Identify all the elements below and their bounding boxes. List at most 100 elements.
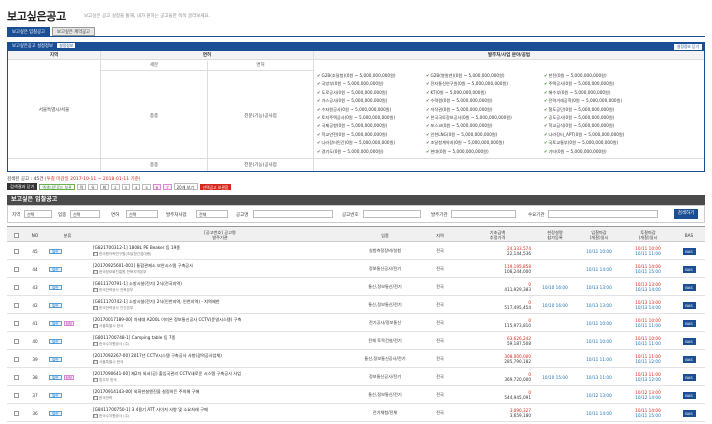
- close-settings-button[interactable]: 설정정보 닫기: [673, 44, 702, 50]
- row-title[interactable]: [2017092267-00] 2017년 CCTV시스템 구축공사 사항(광역…: [93, 350, 348, 368]
- row-title[interactable]: [G8411700750-1] 3 4용기 ATT 사이저 사항 및 소요처래 …: [93, 404, 348, 422]
- filter-chip-1[interactable]: 적: [76, 183, 87, 190]
- condition-header: 보고싶은공고 설정정보 설정정보 설정정보 닫기: [8, 43, 704, 51]
- filter-chip-7[interactable]: 5: [142, 183, 151, 190]
- notice-title[interactable]: [G8411700750-1] 3 4용기 ATT 사이저 사항 및 소요처래 …: [93, 407, 208, 413]
- method-item: ✔학교안전(0원 ~ 5,000,000,000원): [317, 132, 387, 138]
- filter-chip-8[interactable]: 6: [152, 183, 162, 190]
- method-item: ✔해수부(0원 ~ 5,000,000,000원): [544, 90, 611, 96]
- row-checkbox-cell: [7, 368, 25, 386]
- tab-contract-notice[interactable]: 보고싶은 계약공고: [52, 27, 95, 36]
- org-badge-icon: ■: [93, 270, 99, 274]
- row-title[interactable]: [G811170742-1] 소방시설(전기) 2식(인천지역, 인천지역) -…: [93, 296, 348, 314]
- bas-button[interactable]: BAS: [682, 247, 696, 255]
- bas-button[interactable]: BAS: [682, 337, 696, 345]
- filter-chip-4[interactable]: 2: [111, 183, 120, 190]
- close-results-button[interactable]: 검색결과 닫기: [7, 183, 38, 190]
- method-item: ✔현대(0원 ~ 5,000,000,000원): [426, 149, 489, 155]
- col-no: NO: [31, 232, 39, 238]
- row-site: [535, 404, 575, 422]
- bas-button[interactable]: BAS: [682, 301, 696, 309]
- select-all-checkbox[interactable]: [13, 232, 19, 238]
- table-row[interactable]: 38 일반 정정 [2017090641-00] 제2차 외서(공) 출입국관리…: [7, 368, 705, 386]
- row-checkbox[interactable]: [13, 284, 19, 290]
- row-title[interactable]: [2017090641-00] 제2차 외서(공) 출입국관리 CCTV새로운 …: [93, 368, 348, 386]
- filter-chip-3[interactable]: 최: [99, 183, 110, 190]
- notice-name-input[interactable]: [253, 210, 333, 218]
- method-item: ✔G2B(조달청)(0원 ~ 5,000,000,000원): [317, 73, 396, 79]
- bas-button[interactable]: BAS: [682, 355, 696, 363]
- page-size-select[interactable]: 20개 보기: [173, 183, 198, 190]
- divider: [101, 70, 313, 71]
- bas-button[interactable]: BAS: [682, 319, 696, 327]
- row-title[interactable]: [20170017189-00] 차세대 A200L 이미온 정보통신공사 CC…: [93, 314, 348, 332]
- row-category: 일반: [49, 404, 90, 422]
- row-checkbox[interactable]: [13, 374, 19, 380]
- notice-title[interactable]: [G8011700748-1] Camping table 등 7종: [93, 335, 175, 341]
- result-count-label: 검색된 공고 : 45건: [7, 177, 44, 182]
- method-select[interactable]: 전체: [196, 210, 228, 218]
- row-checkbox[interactable]: [13, 338, 19, 344]
- filter-chip-6[interactable]: 4: [131, 183, 141, 190]
- bas-button[interactable]: BAS: [682, 391, 696, 399]
- row-title[interactable]: [G821700312-1] 1808L PE Beaker 등 19종 ■ 한국…: [93, 242, 348, 260]
- row-title[interactable]: [20170914143-00] 외화한설엔진을 설정하든 주의해 구해 ■ 한국…: [93, 386, 348, 404]
- modified-tag: 정정: [63, 374, 74, 380]
- row-checkbox-cell: [7, 350, 25, 368]
- table-row[interactable]: 45 일반 [G821700312-1] 1808L PE Beaker 등 1…: [7, 242, 705, 260]
- notice-title[interactable]: [20170925601-001] 통합관제소 보안시스템 구축공사: [93, 263, 193, 269]
- bas-button[interactable]: BAS: [682, 409, 696, 417]
- row-checkbox[interactable]: [13, 248, 19, 254]
- row-checkbox[interactable]: [13, 266, 19, 272]
- method-item-label: 조달청계약과(0원 ~ 5,000,000,000원): [430, 140, 505, 146]
- notice-title[interactable]: [20170017189-00] 차세대 A200L 이미온 정보통신공사 CC…: [93, 317, 241, 323]
- row-title[interactable]: [20170925601-001] 통합관제소 보안시스템 구축공사 ■ 한국정보…: [93, 260, 348, 278]
- save-selected-button[interactable]: 선택공고 보관함: [199, 183, 232, 190]
- notice-title[interactable]: [20170914143-00] 외화한설엔진을 설정하든 주의해 구해: [93, 389, 199, 395]
- row-title[interactable]: [G811170791-1] 소방시설(전기) 2식(전국지역) ■ 한국전력공사…: [93, 278, 348, 296]
- demand-input[interactable]: [548, 210, 658, 218]
- notice-title[interactable]: [2017092267-00] 2017년 CCTV시스템 구축공사 사항(광역…: [93, 353, 222, 359]
- filter-chip-5[interactable]: 3: [121, 183, 130, 190]
- table-row[interactable]: 44 일반 [20170925601-001] 통합관제소 보안시스템 구축공사…: [7, 260, 705, 278]
- col-deadline-line2: (개찰)일시: [589, 235, 609, 240]
- notice-title[interactable]: [G821700312-1] 1808L PE Beaker 등 19종: [93, 245, 180, 251]
- industry-select[interactable]: 선택: [70, 210, 100, 218]
- notice-title[interactable]: [G811170791-1] 소방시설(전기) 2식(전국지역): [93, 281, 182, 287]
- deadline-date: 10/11 14:00: [586, 410, 612, 416]
- table-row[interactable]: 41 일반 정정 [20170017189-00] 차세대 A200L 이미온 …: [7, 314, 705, 332]
- excel-button[interactable]: 엑셀다운로드 보관: [39, 183, 75, 190]
- row-bid: 10/13 13:00 10/13 14:00: [623, 278, 673, 296]
- notice-number-input[interactable]: [363, 210, 421, 218]
- row-checkbox[interactable]: [13, 392, 19, 398]
- table-row[interactable]: 42 일반 [G811170742-1] 소방시설(전기) 2식(인천지역, 인…: [7, 296, 705, 314]
- row-checkbox[interactable]: [13, 356, 19, 362]
- row-checkbox[interactable]: [13, 320, 19, 326]
- license-select[interactable]: 선택: [126, 210, 158, 218]
- notice-title[interactable]: [G811170742-1] 소방시설(전기) 2식(인천지역, 인천지역) -…: [93, 299, 220, 305]
- row-checkbox[interactable]: [13, 410, 19, 416]
- method-item: ✔포스코(0원 ~ 5,000,000,000원): [426, 123, 493, 129]
- notice-title[interactable]: [2017090641-00] 제2차 외서(공) 출입국관리 CCTV새로운 …: [93, 371, 241, 377]
- row-checkbox[interactable]: [13, 302, 19, 308]
- bas-button[interactable]: BAS: [682, 283, 696, 291]
- method-item: ✔도로공사(0원 ~ 5,000,000,000원): [317, 90, 387, 96]
- bas-button[interactable]: BAS: [682, 373, 696, 381]
- table-row[interactable]: 37 일반 [20170914143-00] 외화한설엔진을 설정하든 주의해 …: [7, 386, 705, 404]
- filter-chip-2[interactable]: 유: [88, 183, 98, 190]
- filter-chip-9[interactable]: 7: [163, 183, 172, 190]
- condition-title: 보고싶은공고 설정정보: [12, 44, 53, 49]
- table-row[interactable]: 40 일반 [G8011700748-1] Camping table 등 7종…: [7, 332, 705, 350]
- org-input[interactable]: [451, 210, 516, 218]
- region-select[interactable]: 선택: [24, 210, 52, 218]
- row-title[interactable]: [G8011700748-1] Camping table 등 7종 ■ 한국수자…: [93, 332, 348, 350]
- search-button[interactable]: 검색하기: [674, 209, 698, 219]
- check-icon: ✔: [317, 106, 321, 112]
- tab-bid-notice[interactable]: 보고싶은 입찰공고: [7, 27, 50, 36]
- table-row[interactable]: 36 일반 [G8411700750-1] 3 4용기 ATT 사이저 사항 및…: [7, 404, 705, 422]
- method-item: ✔국토교통부(0원 ~ 5,000,000,000원): [544, 140, 618, 146]
- bas-button[interactable]: BAS: [682, 265, 696, 273]
- table-row[interactable]: 39 일반 [2017092267-00] 2017년 CCTV시스템 구축공사…: [7, 350, 705, 368]
- table-row[interactable]: 43 일반 [G811170791-1] 소방시설(전기) 2식(전국지역) ■…: [7, 278, 705, 296]
- category-tag: 일반: [49, 248, 62, 254]
